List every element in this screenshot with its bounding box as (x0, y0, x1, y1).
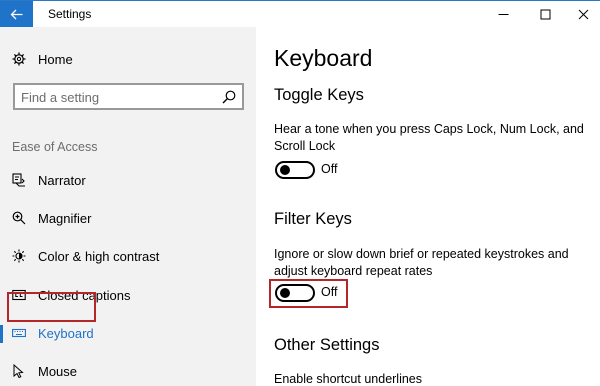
toggle-keys-state: Off (321, 162, 338, 176)
page-title: Keyboard (274, 45, 373, 71)
sidebar-item-color-high-contrast[interactable]: Color & high contrast (0, 241, 256, 271)
sidebar: Home Ease of Access Narrator Magnifier (0, 27, 256, 386)
minimize-icon (498, 13, 508, 15)
narrator-icon (12, 173, 26, 187)
sidebar-item-label: Mouse (38, 363, 78, 379)
shortcut-underlines-label: Enable shortcut underlines (274, 372, 423, 386)
arrow-left-icon (10, 9, 23, 19)
maximize-button[interactable] (530, 1, 560, 27)
search-icon[interactable] (222, 90, 236, 104)
minimize-button[interactable] (488, 1, 518, 27)
switch-knob (280, 288, 290, 298)
filter-keys-switch[interactable] (275, 284, 315, 302)
maximize-icon (540, 9, 550, 19)
filter-keys-heading: Filter Keys (274, 210, 352, 228)
toggle-keys-switch[interactable] (275, 161, 315, 179)
toggle-keys-description: Hear a tone when you press Caps Lock, Nu… (274, 122, 584, 153)
gear-icon (12, 52, 26, 66)
brightness-icon (12, 249, 26, 263)
title-bar: Settings (0, 0, 600, 27)
magnifier-icon (12, 211, 26, 225)
filter-keys-state: Off (321, 285, 338, 299)
other-settings-heading: Other Settings (274, 336, 380, 354)
mouse-icon (12, 364, 26, 378)
sidebar-item-magnifier[interactable]: Magnifier (0, 203, 256, 233)
main-content: Keyboard Toggle Keys Hear a tone when yo… (256, 27, 600, 386)
close-icon (578, 9, 588, 19)
filter-keys-description: Ignore or slow down brief or repeated ke… (274, 247, 569, 278)
section-label: Ease of Access (12, 140, 98, 154)
home-link[interactable]: Home (12, 50, 73, 68)
search-box[interactable] (13, 83, 244, 110)
sidebar-item-narrator[interactable]: Narrator (0, 165, 256, 195)
sidebar-item-label: Narrator (38, 172, 86, 188)
close-button[interactable] (568, 1, 598, 27)
keyboard-icon (12, 326, 26, 340)
selected-indicator (0, 325, 3, 343)
sidebar-item-label: Keyboard (38, 325, 94, 341)
home-label: Home (38, 51, 73, 67)
sidebar-item-mouse[interactable]: Mouse (0, 356, 256, 386)
search-input[interactable] (21, 88, 211, 106)
sidebar-item-label: Magnifier (38, 210, 92, 226)
keyboard-highlight-box (7, 292, 96, 322)
switch-knob (280, 165, 290, 175)
window-title: Settings (48, 7, 92, 21)
toggle-keys-heading: Toggle Keys (274, 86, 364, 104)
sidebar-item-keyboard[interactable]: Keyboard (0, 318, 256, 348)
sidebar-item-label: Color & high contrast (38, 248, 160, 264)
back-button[interactable] (0, 1, 33, 27)
